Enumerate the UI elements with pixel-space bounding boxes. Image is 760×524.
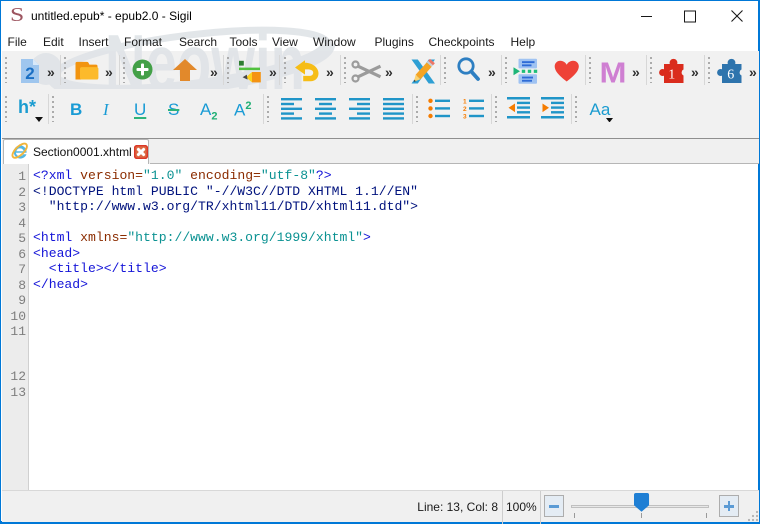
svg-text:6: 6 bbox=[727, 67, 734, 82]
svg-text:1: 1 bbox=[463, 99, 467, 106]
svg-text:M: M bbox=[600, 59, 627, 85]
svg-text:2: 2 bbox=[25, 64, 34, 83]
svg-text:2: 2 bbox=[463, 106, 467, 113]
svg-text:1: 1 bbox=[668, 67, 675, 82]
svg-text:3: 3 bbox=[463, 114, 467, 120]
